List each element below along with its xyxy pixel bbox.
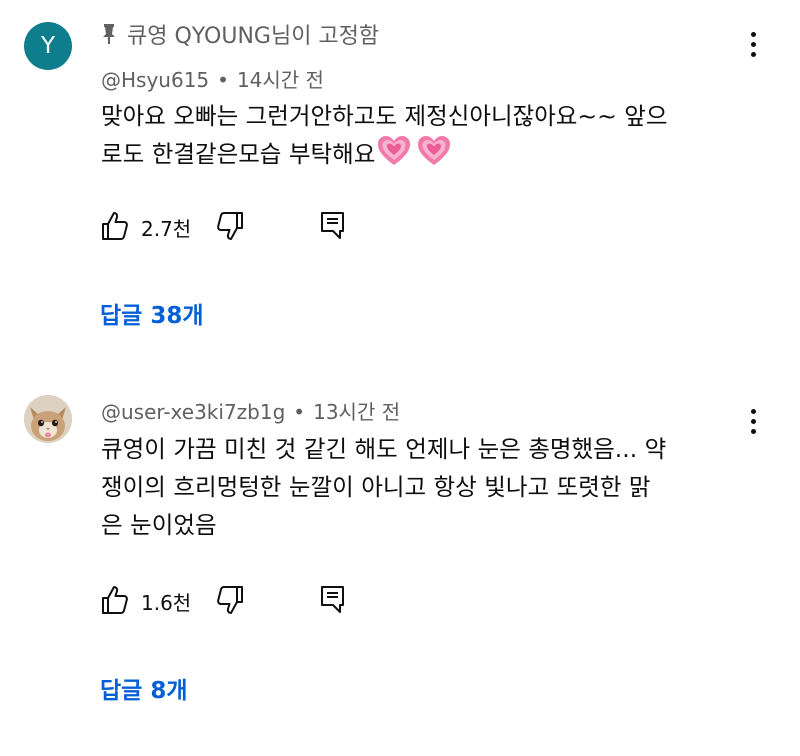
comment-meta: @user-xe3ki7zb1g • 13시간 전 [101,396,400,425]
like-count: 2.7천 [141,217,192,241]
author-name[interactable]: @Hsyu615 [101,68,209,92]
comment-text-line: 은 눈이었음 [101,511,217,539]
dislike-button[interactable] [216,584,244,616]
comment-thread: Y 큐영 QYOUNG님이 고정함 @Hsyu615 • 14시간 전 맞아요 오빠… [0,0,800,375]
avatar[interactable]: Y [24,22,72,70]
comment-text-line: 로도 한결같은모습 부탁해요 [101,140,376,168]
pinned-badge: 큐영 QYOUNG님이 고정함 [101,18,379,50]
comment-text-line: 쟁이의 흐리멍텅한 눈깔이 아니고 항상 빛나고 또렷한 맑 [101,473,651,501]
thumb-up-icon [102,586,128,614]
meta-separator: • [217,68,229,92]
pin-icon [101,23,117,45]
view-replies-button[interactable]: 답글 38개 [100,296,204,330]
more-vert-icon [750,31,756,37]
reply-button[interactable] [320,584,346,616]
growing-heart-icon [377,135,411,178]
reply-icon [321,586,344,613]
comment-time[interactable]: 13시간 전 [313,400,400,424]
more-options-button[interactable] [743,406,763,436]
dislike-button[interactable] [216,210,244,242]
more-vert-icon [750,408,756,414]
comment-meta: @Hsyu615 • 14시간 전 [101,64,324,93]
like-button[interactable] [101,210,129,242]
avatar-letter: Y [40,33,56,59]
comment-text: 맞아요 오빠는 그런거안하고도 제정신아니잖아요~~ 앞으 로도 한결같은모습 … [101,97,701,178]
cat-photo-avatar-icon [24,395,72,443]
comment-thread: @user-xe3ki7zb1g • 13시간 전 큐영이 가끔 미친 것 같긴 해… [0,375,800,756]
reply-button[interactable] [320,210,346,242]
pinned-label: 큐영 QYOUNG님이 고정함 [127,24,380,49]
comment-actions: 2.7천 [101,210,401,244]
comment-text-line: 맞아요 오빠는 그런거안하고도 제정신아니잖아요~~ 앞으 [101,102,668,130]
comment-time[interactable]: 14시간 전 [237,68,324,92]
avatar[interactable] [24,395,72,443]
thumb-down-icon [217,212,243,240]
like-count: 1.6천 [141,591,192,615]
like-button[interactable] [101,584,129,616]
meta-separator: • [293,400,306,424]
reply-icon [321,212,344,239]
comment-text: 큐영이 가끔 미친 것 같긴 해도 언제나 눈은 총명했음... 약 쟁이의 흐… [101,430,701,544]
comment-text-line: 큐영이 가끔 미친 것 같긴 해도 언제나 눈은 총명했음... 약 [101,435,667,463]
thumb-up-icon [102,212,128,240]
comment-actions: 1.6천 [101,584,401,618]
growing-heart-icon [417,135,451,178]
view-replies-button[interactable]: 답글 8개 [100,671,188,705]
author-name[interactable]: @user-xe3ki7zb1g [101,400,285,424]
thumb-down-icon [217,586,243,614]
more-options-button[interactable] [743,29,763,59]
